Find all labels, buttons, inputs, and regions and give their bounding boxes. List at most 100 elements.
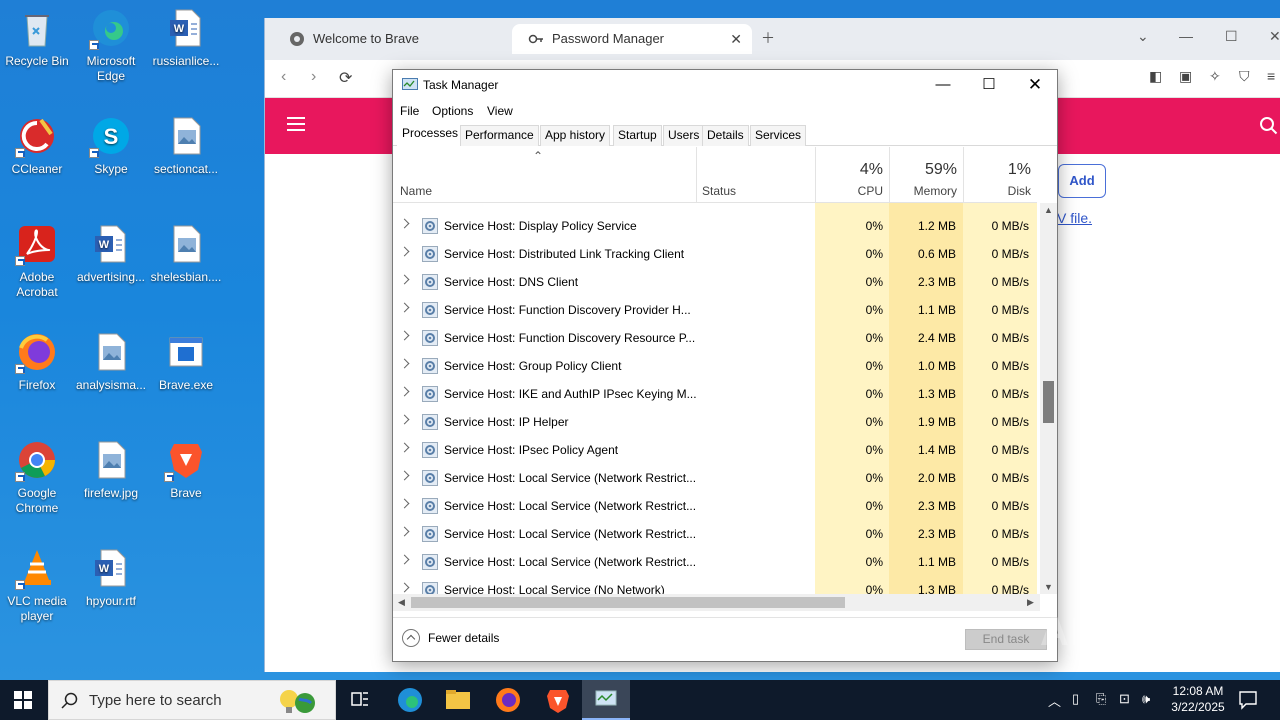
process-row[interactable]: Service Host: Local Service (No Network)… [393, 576, 1037, 594]
process-row[interactable]: Service Host: Local Service (Network Res… [393, 492, 1037, 520]
tab-performance[interactable]: Performance [460, 125, 539, 146]
column-disk[interactable]: 1% Disk [964, 147, 1037, 203]
desktop-icon[interactable]: Firefox [0, 330, 74, 393]
sidebar-icon[interactable]: ◧ [1149, 68, 1162, 85]
desktop-icon[interactable]: Recycle Bin [0, 6, 74, 69]
close-icon[interactable]: ✕ [1269, 28, 1280, 45]
tab-startup[interactable]: Startup [613, 125, 662, 146]
battery-icon[interactable]: ▯ [1072, 691, 1079, 707]
tab-welcome[interactable]: Welcome to Brave [273, 24, 509, 54]
close-icon[interactable]: ✕ [1012, 70, 1058, 100]
task-view-icon[interactable] [340, 684, 380, 716]
horizontal-scrollbar[interactable]: ◀ ▶ [393, 594, 1040, 611]
end-task-button[interactable]: End task [965, 629, 1047, 650]
vertical-scrollbar[interactable]: ▲ ▼ [1040, 203, 1057, 594]
desktop-icon[interactable]: Wrussianlice... [149, 6, 223, 69]
process-row[interactable]: Service Host: IPsec Policy Agent 0% 1.4 MB… [393, 436, 1037, 464]
scroll-down-icon[interactable]: ▼ [1044, 582, 1053, 592]
process-row[interactable]: Service Host: IKE and AuthIP IPsec Keyin… [393, 380, 1037, 408]
volume-icon[interactable]: 🕪 [1142, 691, 1150, 707]
minimize-icon[interactable]: — [1179, 28, 1193, 44]
tab-users[interactable]: Users [663, 125, 705, 146]
minimize-icon[interactable]: — [920, 70, 966, 100]
task-manager-taskbar-button[interactable] [582, 680, 630, 720]
file-link[interactable]: V file. [1057, 210, 1092, 226]
expand-chevron-icon[interactable] [399, 302, 410, 313]
chevron-up-icon[interactable]: ︿ [1048, 691, 1061, 710]
add-button[interactable]: Add [1058, 164, 1106, 198]
desktop-icon[interactable]: Brave.exe [149, 330, 223, 393]
expand-chevron-icon[interactable] [399, 414, 410, 425]
desktop-icon[interactable]: S Skype [74, 114, 148, 177]
tab-processes[interactable]: Processes [397, 123, 464, 147]
expand-chevron-icon[interactable] [399, 470, 410, 481]
menu-icon[interactable]: ≡ [1267, 68, 1275, 84]
process-row[interactable]: Service Host: Distributed Link Tracking … [393, 240, 1037, 268]
new-tab-icon[interactable]: ＋ [761, 28, 775, 48]
scroll-left-icon[interactable]: ◀ [398, 597, 405, 608]
expand-chevron-icon[interactable] [399, 274, 410, 285]
tab-services[interactable]: Services [750, 125, 807, 146]
process-row[interactable]: Service Host: IP Helper 0% 1.9 MB 0 MB/s [393, 408, 1037, 436]
wallet-icon[interactable]: ▣ [1179, 68, 1192, 85]
maximize-icon[interactable]: ☐ [1225, 28, 1238, 45]
file-explorer-icon[interactable] [438, 684, 478, 716]
firefox-icon[interactable] [488, 684, 528, 716]
column-memory[interactable]: 59% Memory [890, 147, 963, 203]
reload-icon[interactable]: ⟳ [339, 68, 352, 88]
desktop-icon[interactable]: sectioncat... [149, 114, 223, 177]
scroll-up-icon[interactable]: ▲ [1044, 205, 1053, 215]
shield-icon[interactable]: ⛉ [1239, 68, 1250, 85]
process-row[interactable]: Service Host: Local Service (Network Res… [393, 464, 1037, 492]
windows-start-icon[interactable] [14, 691, 32, 709]
taskbar-search[interactable]: Type here to search [48, 680, 336, 720]
scroll-right-icon[interactable]: ▶ [1027, 597, 1034, 608]
process-row[interactable]: Service Host: Group Policy Client 0% 1.0 M… [393, 352, 1037, 380]
desktop-icon[interactable]: VLC media player [0, 546, 74, 624]
expand-chevron-icon[interactable] [399, 246, 410, 257]
tab-app-history[interactable]: App history [540, 125, 611, 146]
hamburger-icon[interactable] [287, 117, 305, 131]
desktop-icon[interactable]: Adobe Acrobat [0, 222, 74, 300]
column-name[interactable]: ⌃ Name [393, 147, 696, 203]
search-icon[interactable] [1259, 116, 1279, 136]
brave-icon[interactable] [538, 684, 578, 716]
leo-icon[interactable]: ✧ [1209, 68, 1221, 85]
process-row[interactable]: Service Host: Local Service (Network Res… [393, 520, 1037, 548]
back-icon[interactable]: ‹ [281, 68, 286, 86]
expand-chevron-icon[interactable] [399, 330, 410, 341]
menu-file[interactable]: File [400, 104, 419, 118]
expand-chevron-icon[interactable] [399, 358, 410, 369]
notification-icon[interactable] [1238, 690, 1258, 710]
tab-details[interactable]: Details [702, 125, 749, 146]
column-status[interactable]: Status [697, 147, 815, 203]
desktop-icon[interactable]: Wadvertising... [74, 222, 148, 285]
meet-now-icon[interactable]: ⎘ [1096, 691, 1106, 707]
expand-chevron-icon[interactable] [399, 218, 410, 229]
forward-icon[interactable]: › [311, 68, 316, 86]
tab-search-icon[interactable]: ⌄ [1137, 28, 1149, 45]
menu-options[interactable]: Options [432, 104, 473, 118]
column-cpu[interactable]: 4% CPU [816, 147, 889, 203]
expand-chevron-icon[interactable] [399, 526, 410, 537]
network-icon[interactable]: ⊡ [1119, 691, 1130, 707]
scroll-thumb[interactable] [1043, 381, 1054, 423]
expand-chevron-icon[interactable] [399, 498, 410, 509]
expand-chevron-icon[interactable] [399, 386, 410, 397]
expand-chevron-icon[interactable] [399, 554, 410, 565]
expand-chevron-icon[interactable] [399, 442, 410, 453]
edge-icon[interactable] [390, 684, 430, 716]
desktop-icon[interactable]: Whpyour.rtf [74, 546, 148, 609]
desktop-icon[interactable]: shelesbian.... [149, 222, 223, 285]
maximize-icon[interactable]: ☐ [966, 70, 1012, 100]
process-row[interactable]: Service Host: Function Discovery Provide… [393, 296, 1037, 324]
process-row[interactable]: Service Host: Display Policy Service 0% 1.… [393, 212, 1037, 240]
close-tab-icon[interactable]: ✕ [730, 24, 742, 54]
tab-password-manager[interactable]: Password Manager ✕ [512, 24, 752, 54]
expand-chevron-icon[interactable] [399, 582, 410, 593]
desktop-icon[interactable]: Microsoft Edge [74, 6, 148, 84]
process-row[interactable]: Service Host: Local Service (Network Res… [393, 548, 1037, 576]
desktop-icon[interactable]: analysisma... [74, 330, 148, 393]
desktop-icon[interactable]: CCleaner [0, 114, 74, 177]
process-row[interactable]: Service Host: DNS Client 0% 2.3 MB 0 MB/s [393, 268, 1037, 296]
